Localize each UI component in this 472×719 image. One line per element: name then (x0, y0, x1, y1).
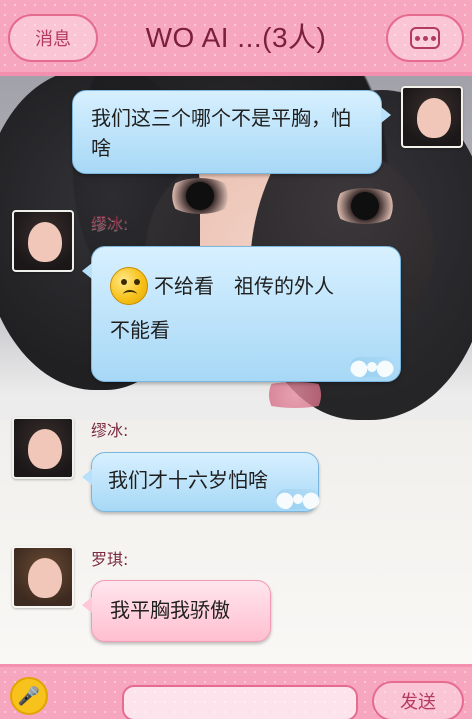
message-bubble-incoming[interactable]: 我们才十六岁怕啥 (82, 452, 320, 512)
sender-name: 缪冰: (91, 214, 129, 233)
messages-back-label: 消息 (35, 29, 71, 50)
more-options-button[interactable] (386, 14, 464, 62)
more-icon (410, 27, 440, 49)
microphone-icon: 🎤 (17, 685, 41, 707)
background-photo-eye (165, 178, 235, 214)
input-bar: 🎤 发送 (0, 664, 472, 719)
self-avatar[interactable] (401, 86, 463, 148)
message-text: 我们这三个哪个不是平胸，怕啥 (91, 106, 351, 160)
bubble-wave-decoration-icon (276, 489, 320, 509)
chat-title: WO AI ...(3人) (145, 22, 327, 53)
worried-face-emoji-icon (110, 267, 148, 305)
message-text: 我们才十六岁怕啥 (108, 468, 268, 492)
sender-avatar[interactable] (12, 417, 74, 479)
sender-avatar[interactable] (12, 210, 74, 272)
background-photo-eye (330, 188, 400, 224)
message-bubble-incoming[interactable]: 我平胸我骄傲 (82, 580, 271, 642)
message-text: 不给看 祖传的外人 (154, 274, 334, 298)
background-photo-mouth (250, 382, 340, 408)
message-input[interactable] (122, 685, 358, 719)
message-bubble-incoming[interactable]: 不给看 祖传的外人 不能看 (82, 246, 401, 382)
message-bubble-outgoing[interactable]: 我们这三个哪个不是平胸，怕啥 (72, 90, 391, 174)
messages-back-button[interactable]: 消息 (8, 14, 98, 62)
message-text-line2: 不能看 (110, 318, 170, 342)
voice-input-button[interactable]: 🎤 (10, 677, 48, 715)
sender-name: 缪冰: (91, 421, 129, 440)
send-button[interactable]: 发送 (372, 681, 464, 719)
top-bar: 消息 WO AI ...(3人) (0, 0, 472, 76)
bubble-wave-decoration-icon (350, 357, 394, 377)
sender-avatar[interactable] (12, 546, 74, 608)
message-text: 我平胸我骄傲 (110, 598, 230, 622)
sender-name: 罗琪: (91, 550, 129, 569)
send-label: 发送 (400, 692, 436, 713)
